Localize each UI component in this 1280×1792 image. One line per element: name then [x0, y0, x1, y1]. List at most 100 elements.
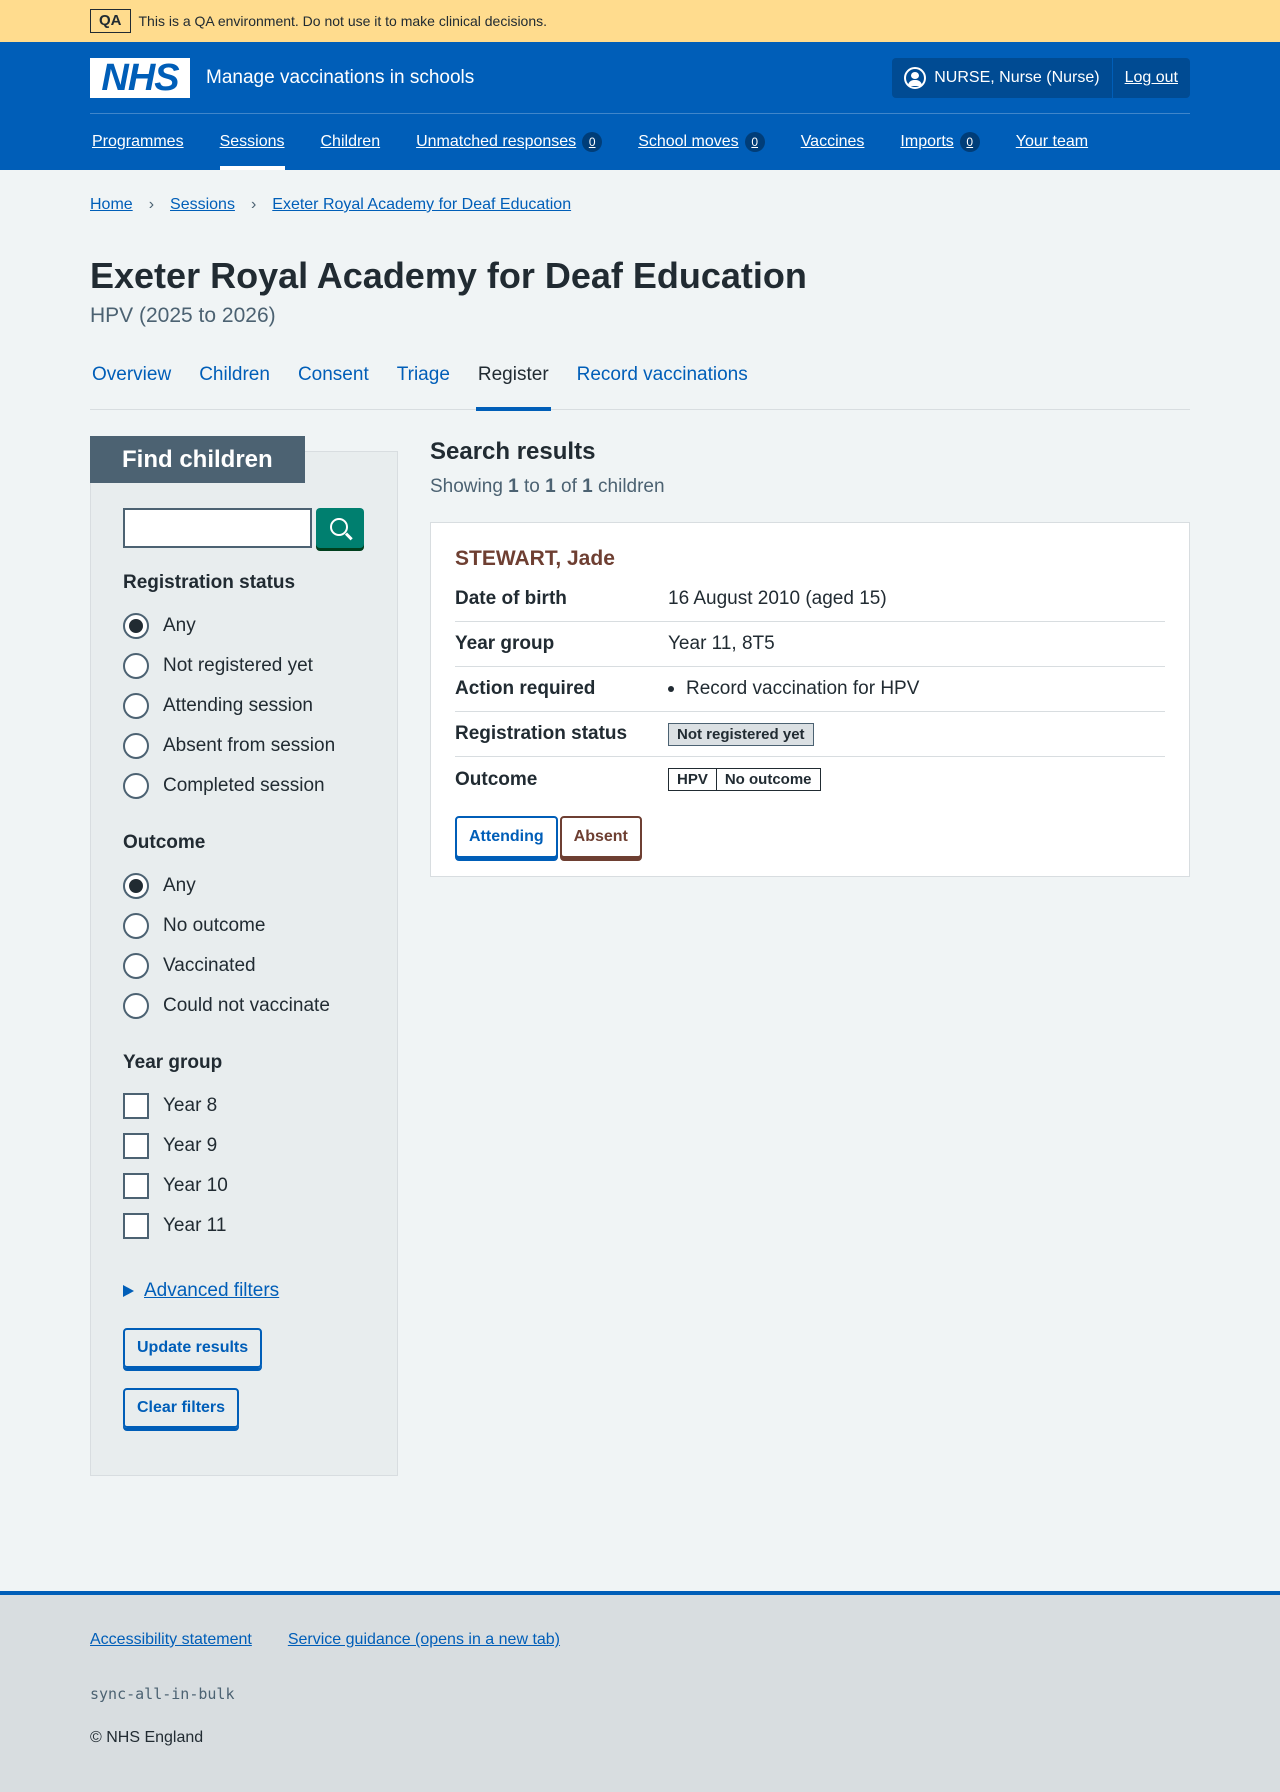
registration-status-legend: Registration status — [123, 572, 296, 593]
year-group-legend: Year group — [123, 1052, 223, 1073]
radio-outcome-any[interactable]: Any — [123, 866, 365, 906]
service-name[interactable]: Manage vaccinations in schools — [206, 67, 474, 89]
checkbox-year-9[interactable]: Year 9 — [123, 1126, 365, 1166]
breadcrumb-sessions[interactable]: Sessions — [170, 196, 235, 214]
qa-banner: QA This is a QA environment. Do not use … — [0, 0, 1280, 42]
checkbox[interactable] — [123, 1213, 149, 1239]
absent-button[interactable]: Absent — [559, 816, 642, 858]
count-badge: 0 — [959, 132, 980, 152]
radio-button[interactable] — [123, 953, 149, 979]
chevron-right-icon: › — [148, 196, 155, 213]
action-required: Record vaccination for HPV — [668, 678, 919, 700]
child-name-link[interactable]: STEWART, Jade — [455, 547, 1165, 571]
qa-warning-text: This is a QA environment. Do not use it … — [138, 13, 548, 29]
search-input[interactable] — [123, 508, 312, 548]
checkbox[interactable] — [123, 1173, 149, 1199]
advanced-filters-toggle[interactable]: Advanced filters — [123, 1280, 365, 1302]
user-icon — [904, 66, 927, 89]
radio-button[interactable] — [123, 653, 149, 679]
account-user: NURSE, Nurse (Nurse) — [892, 57, 1113, 98]
checkbox-year-10[interactable]: Year 10 — [123, 1166, 365, 1206]
registration-status-tag: Not registered yet — [668, 722, 814, 746]
breadcrumb-home[interactable]: Home — [90, 196, 133, 214]
nav-vaccines[interactable]: Vaccines — [801, 114, 865, 170]
user-name: NURSE, Nurse (Nurse) — [934, 68, 1100, 86]
filter-panel: Find children Registration status Any No… — [90, 436, 398, 1476]
page-caption: HPV (2025 to 2026) — [90, 304, 276, 327]
nav-sessions[interactable]: Sessions — [219, 114, 285, 170]
radio-button[interactable] — [123, 733, 149, 759]
checkbox[interactable] — [123, 1093, 149, 1119]
radio-not-registered[interactable]: Not registered yet — [123, 646, 365, 686]
radio-no-outcome[interactable]: No outcome — [123, 906, 365, 946]
radio-button[interactable] — [123, 693, 149, 719]
page-title: Exeter Royal Academy for Deaf Education — [90, 255, 807, 296]
tab-overview[interactable]: Overview — [90, 358, 173, 410]
year-group: Year 11, 8T5 — [668, 633, 775, 654]
tab-register[interactable]: Register — [475, 358, 551, 411]
nav-programmes[interactable]: Programmes — [92, 114, 184, 170]
search-button[interactable] — [316, 508, 364, 548]
radio-attending[interactable]: Attending session — [123, 686, 365, 726]
tab-triage[interactable]: Triage — [395, 358, 452, 410]
chevron-right-icon: › — [250, 196, 257, 213]
tab-children[interactable]: Children — [197, 358, 272, 410]
triangle-right-icon — [123, 1285, 134, 1297]
summary-row-outcome: Outcome HPV No outcome — [455, 757, 1165, 802]
build-code: sync-all-in-bulk — [90, 1685, 235, 1703]
update-results-button[interactable]: Update results — [123, 1328, 263, 1368]
radio-registration-any[interactable]: Any — [123, 606, 365, 646]
copyright: © NHS England — [90, 1729, 204, 1746]
checkbox-year-11[interactable]: Year 11 — [123, 1206, 365, 1246]
main-content: Home › Sessions › Exeter Royal Academy f… — [90, 170, 1190, 1476]
clear-filters-button[interactable]: Clear filters — [123, 1388, 240, 1428]
tab-consent[interactable]: Consent — [296, 358, 371, 410]
nav-children[interactable]: Children — [321, 114, 381, 170]
radio-button[interactable] — [123, 613, 149, 639]
radio-absent[interactable]: Absent from session — [123, 726, 365, 766]
nav-school-moves[interactable]: School moves 0 — [638, 114, 765, 170]
account-menu: NURSE, Nurse (Nurse) Log out — [892, 57, 1190, 98]
session-tabs: Overview Children Consent Triage Registe… — [90, 358, 1190, 411]
count-badge: 0 — [744, 132, 765, 152]
attending-button[interactable]: Attending — [455, 816, 558, 858]
search-results: Search results Showing 1 to 1 of 1 child… — [430, 436, 1190, 1476]
filter-heading: Find children — [90, 436, 305, 483]
checkbox[interactable] — [123, 1133, 149, 1159]
brand[interactable]: NHS Manage vaccinations in schools — [90, 57, 474, 98]
site-header: NHS Manage vaccinations in schools NURSE… — [0, 42, 1280, 170]
summary-row-dob: Date of birth 16 August 2010 (aged 15) — [455, 577, 1165, 622]
count-badge: 0 — [582, 132, 603, 152]
bullet-icon — [668, 686, 674, 692]
summary-row-year-group: Year group Year 11, 8T5 — [455, 622, 1165, 667]
radio-completed[interactable]: Completed session — [123, 766, 365, 806]
site-footer: Accessibility statement Service guidance… — [0, 1591, 1280, 1792]
search-icon — [330, 518, 348, 536]
radio-button[interactable] — [123, 913, 149, 939]
tab-record-vaccinations[interactable]: Record vaccinations — [575, 358, 750, 410]
service-guidance-link[interactable]: Service guidance (opens in a new tab) — [288, 1631, 560, 1649]
summary-row-registration: Registration status Not registered yet — [455, 712, 1165, 757]
results-title: Search results — [430, 438, 596, 465]
nav-your-team[interactable]: Your team — [1016, 114, 1088, 170]
qa-tag: QA — [90, 9, 131, 33]
nhs-logo[interactable]: NHS — [90, 57, 190, 98]
nav-unmatched-responses[interactable]: Unmatched responses 0 — [416, 114, 603, 170]
radio-button[interactable] — [123, 873, 149, 899]
outcome-legend: Outcome — [123, 832, 206, 853]
outcome-tag: HPV No outcome — [668, 768, 821, 791]
nav-imports[interactable]: Imports 0 — [900, 114, 980, 170]
logout-link[interactable]: Log out — [1113, 58, 1190, 98]
breadcrumb-school[interactable]: Exeter Royal Academy for Deaf Education — [272, 196, 571, 214]
advanced-filters-link[interactable]: Advanced filters — [144, 1280, 279, 1302]
checkbox-year-8[interactable]: Year 8 — [123, 1086, 365, 1126]
primary-nav: Programmes Sessions Children Unmatched r… — [90, 114, 1190, 170]
radio-could-not-vaccinate[interactable]: Could not vaccinate — [123, 986, 365, 1026]
results-count: Showing 1 to 1 of 1 children — [430, 476, 665, 497]
radio-vaccinated[interactable]: Vaccinated — [123, 946, 365, 986]
radio-button[interactable] — [123, 773, 149, 799]
radio-button[interactable] — [123, 993, 149, 1019]
accessibility-statement-link[interactable]: Accessibility statement — [90, 1631, 252, 1649]
date-of-birth: 16 August 2010 (aged 15) — [668, 588, 887, 609]
summary-row-action: Action required Record vaccination for H… — [455, 667, 1165, 712]
